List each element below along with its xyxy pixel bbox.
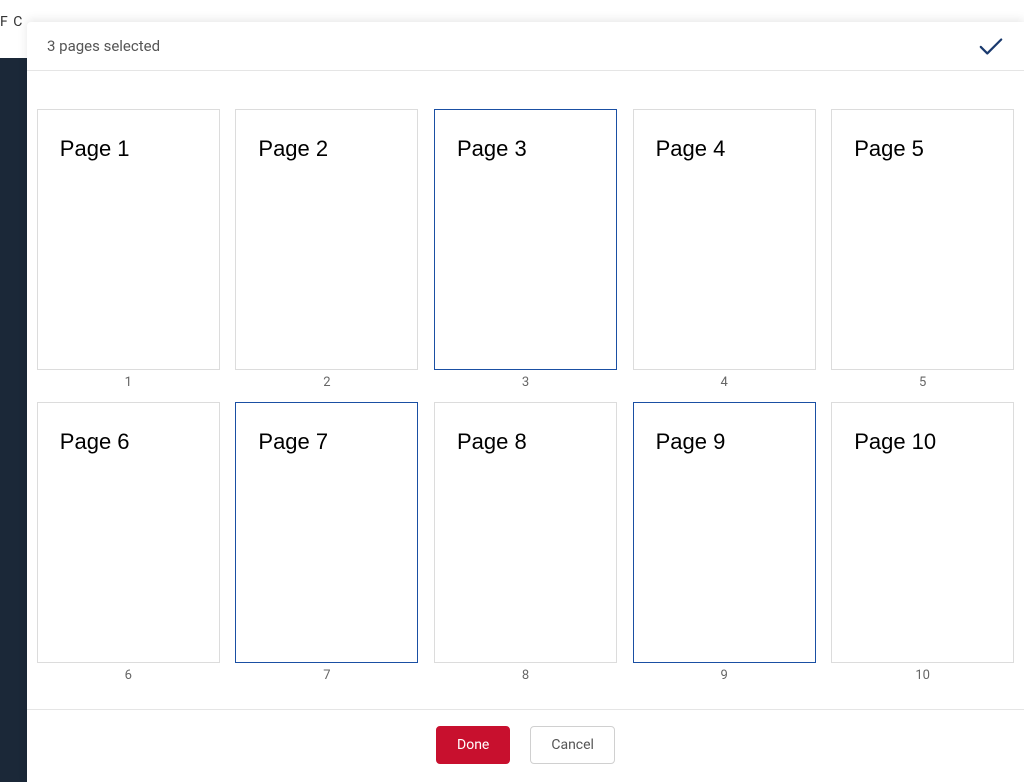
page-item: Page 3 3 <box>431 109 620 390</box>
page-item: Page 7 7 <box>233 402 422 683</box>
background-window-title: F C <box>0 14 23 30</box>
page-thumbnail[interactable]: Page 5 <box>831 109 1014 370</box>
page-thumbnail[interactable]: Page 7 <box>235 402 418 663</box>
page-selection-modal: 3 pages selected Page 11Page 22Page 33Pa… <box>27 22 1024 782</box>
page-number-label: 4 <box>720 375 727 390</box>
page-thumbnail-label: Page 4 <box>634 110 726 162</box>
page-number-label: 8 <box>522 668 529 683</box>
page-thumbnail-label: Page 10 <box>832 403 936 455</box>
modal-body: Page 11Page 22Page 33Page 44Page 55Page … <box>27 71 1024 709</box>
confirm-checkmark-icon[interactable] <box>978 36 1004 56</box>
page-number-label: 5 <box>919 375 926 390</box>
page-number-label: 3 <box>522 375 529 390</box>
modal-footer: Done Cancel <box>27 709 1024 782</box>
page-item: Page 10 10 <box>828 402 1017 683</box>
page-number-label: 9 <box>720 668 727 683</box>
page-number-label: 6 <box>125 668 132 683</box>
page-thumbnail-label: Page 3 <box>435 110 527 162</box>
page-thumbnail-label: Page 9 <box>634 403 726 455</box>
page-thumbnail[interactable]: Page 2 <box>235 109 418 370</box>
page-item: Page 6 6 <box>34 402 223 683</box>
page-number-label: 1 <box>125 375 132 390</box>
page-thumbnail-label: Page 5 <box>832 110 924 162</box>
page-item: Page 8 8 <box>431 402 620 683</box>
page-thumbnail[interactable]: Page 9 <box>633 402 816 663</box>
page-thumbnail[interactable]: Page 6 <box>37 402 220 663</box>
page-thumbnail-label: Page 8 <box>435 403 527 455</box>
page-thumbnail[interactable]: Page 3 <box>434 109 617 370</box>
page-item: Page 5 5 <box>828 109 1017 390</box>
page-thumbnail[interactable]: Page 4 <box>633 109 816 370</box>
page-thumbnail-label: Page 7 <box>236 403 328 455</box>
page-thumbnail-label: Page 6 <box>38 403 130 455</box>
page-item: Page 9 9 <box>630 402 819 683</box>
selection-count-label: 3 pages selected <box>47 37 160 55</box>
page-thumbnail[interactable]: Page 8 <box>434 402 617 663</box>
page-thumbnail[interactable]: Page 10 <box>831 402 1014 663</box>
page-number-label: 2 <box>323 375 330 390</box>
page-item: Page 2 2 <box>233 109 422 390</box>
cancel-button[interactable]: Cancel <box>530 726 615 764</box>
page-item: Page 1 1 <box>34 109 223 390</box>
modal-header: 3 pages selected <box>27 22 1024 71</box>
page-thumbnail[interactable]: Page 1 <box>37 109 220 370</box>
page-grid: Page 11Page 22Page 33Page 44Page 55Page … <box>34 109 1017 683</box>
done-button[interactable]: Done <box>436 726 510 764</box>
page-thumbnail-label: Page 1 <box>38 110 130 162</box>
page-number-label: 7 <box>323 668 330 683</box>
page-thumbnail-label: Page 2 <box>236 110 328 162</box>
page-number-label: 10 <box>915 668 930 683</box>
page-item: Page 4 4 <box>630 109 819 390</box>
